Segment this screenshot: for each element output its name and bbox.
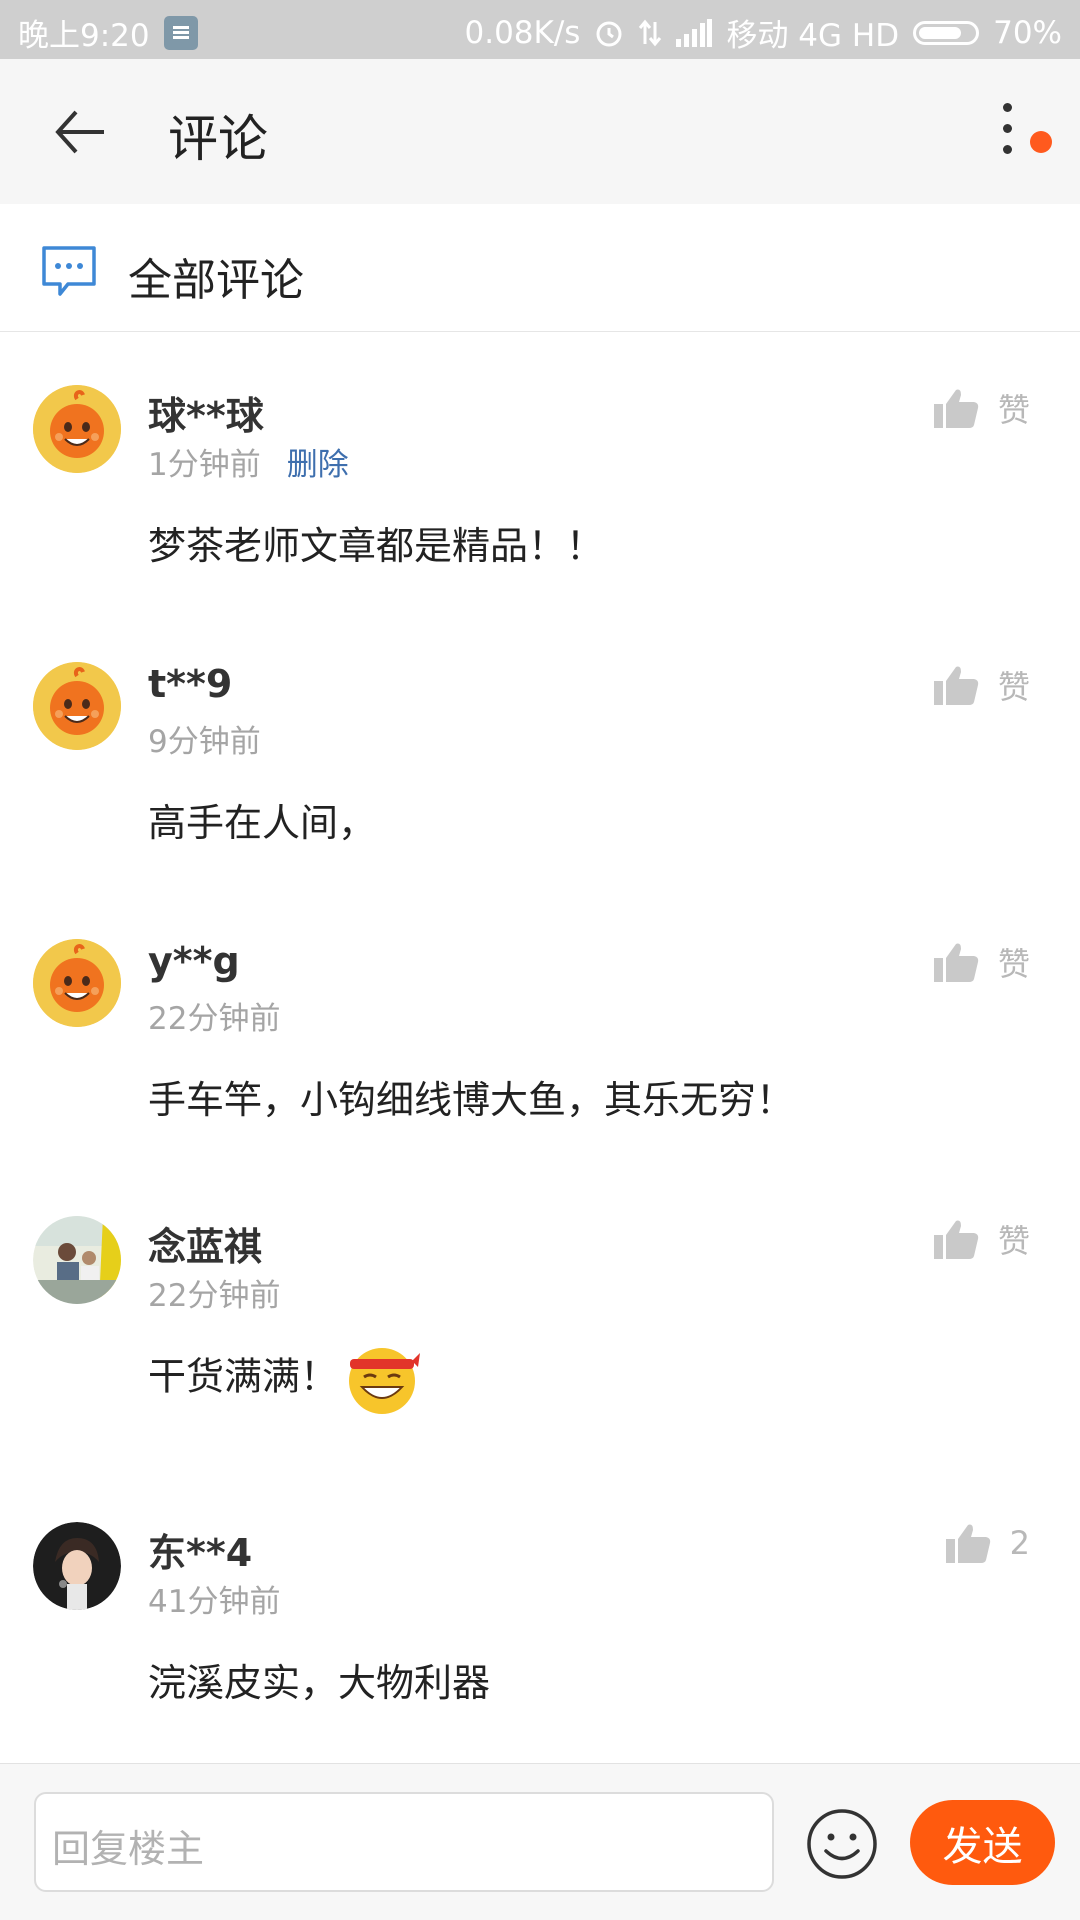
grinning-headband-emoji-icon (349, 1348, 421, 1414)
message-notification-icon (163, 15, 198, 50)
status-bar: 晚上9:20 0.08K/s 移动 4G HD 70% (0, 0, 1080, 59)
comment-time: 22分钟前 (148, 1278, 281, 1314)
comment-meta: 41分钟前 (148, 1576, 280, 1621)
comment-time: 9分钟前 (148, 724, 261, 760)
carrier-label: 移动 4G HD (726, 18, 900, 54)
comment-meta: 22分钟前 (148, 1270, 280, 1315)
like-count: 2 (1009, 1524, 1030, 1562)
alarm-icon (596, 21, 622, 46)
like-button[interactable]: 赞 (933, 385, 1030, 431)
like-label: 赞 (997, 1222, 1030, 1260)
like-button[interactable]: 赞 (933, 662, 1030, 708)
net-speed: 0.08K/s (464, 14, 581, 51)
reply-bar: 回复楼主 发送 (0, 1763, 1080, 1920)
username[interactable]: 球**球 (148, 385, 264, 440)
comment-body: 干货满满！ (148, 1341, 421, 1417)
avatar[interactable] (33, 939, 121, 1027)
app-bar: 评论 (0, 59, 1080, 204)
comment-bubble-icon (42, 246, 96, 296)
thumbs-up-icon (933, 666, 979, 705)
username[interactable]: t**9 (148, 662, 232, 706)
like-button[interactable]: 赞 (933, 939, 1030, 985)
thumbs-up-icon (933, 943, 979, 982)
send-button[interactable]: 发送 (910, 1800, 1055, 1885)
like-label: 赞 (997, 391, 1030, 429)
like-button[interactable]: 2 (945, 1522, 1030, 1564)
back-arrow-icon[interactable] (52, 104, 108, 160)
status-left: 晚上9:20 (18, 10, 198, 55)
comment-text: 手车竿，小钩细线博大鱼，其乐无穷！ (148, 1078, 795, 1122)
like-label: 赞 (997, 945, 1030, 983)
avatar[interactable] (33, 662, 121, 750)
battery-icon (913, 20, 980, 45)
signal-icon (676, 18, 713, 47)
status-time: 晚上9:20 (18, 18, 150, 54)
emoji-smiley-icon[interactable] (806, 1808, 878, 1880)
comment-text: 高手在人间， (148, 801, 377, 845)
more-options-icon[interactable] (992, 103, 1022, 163)
username[interactable]: 念蓝祺 (148, 1216, 262, 1271)
comment-time: 41分钟前 (148, 1584, 281, 1620)
like-button[interactable]: 赞 (933, 1216, 1030, 1262)
status-right: 0.08K/s 移动 4G HD 70% (465, 10, 1063, 55)
comment-text: 梦茶老师文章都是精品！！ (148, 524, 605, 568)
comment-text: 浣溪皮实，大物利器 (148, 1661, 491, 1705)
reply-input[interactable]: 回复楼主 (34, 1792, 774, 1892)
section-header: 全部评论 (0, 204, 1080, 332)
thumbs-up-icon (933, 389, 979, 428)
delete-link[interactable]: 删除 (287, 439, 349, 484)
comment-text: 干货满满！ (148, 1354, 339, 1399)
thumbs-up-icon (933, 1220, 979, 1259)
comment-meta: 22分钟前 (148, 993, 280, 1038)
like-label: 赞 (997, 668, 1030, 706)
page-title: 评论 (168, 110, 268, 168)
username[interactable]: y**g (148, 939, 240, 983)
avatar[interactable] (33, 385, 121, 473)
data-transfer-icon (639, 19, 662, 46)
username[interactable]: 东**4 (148, 1522, 252, 1577)
section-title: 全部评论 (128, 255, 304, 306)
avatar[interactable] (33, 1216, 121, 1304)
comment-time: 22分钟前 (148, 1001, 281, 1037)
comment-meta: 9分钟前 (148, 716, 261, 761)
comment-meta: 1分钟前 删除 (148, 439, 349, 484)
thumbs-up-icon (945, 1524, 990, 1563)
battery-percent: 70% (993, 14, 1062, 51)
notification-dot (1030, 131, 1052, 153)
avatar[interactable] (33, 1522, 121, 1610)
comment-time: 1分钟前 (148, 447, 261, 483)
